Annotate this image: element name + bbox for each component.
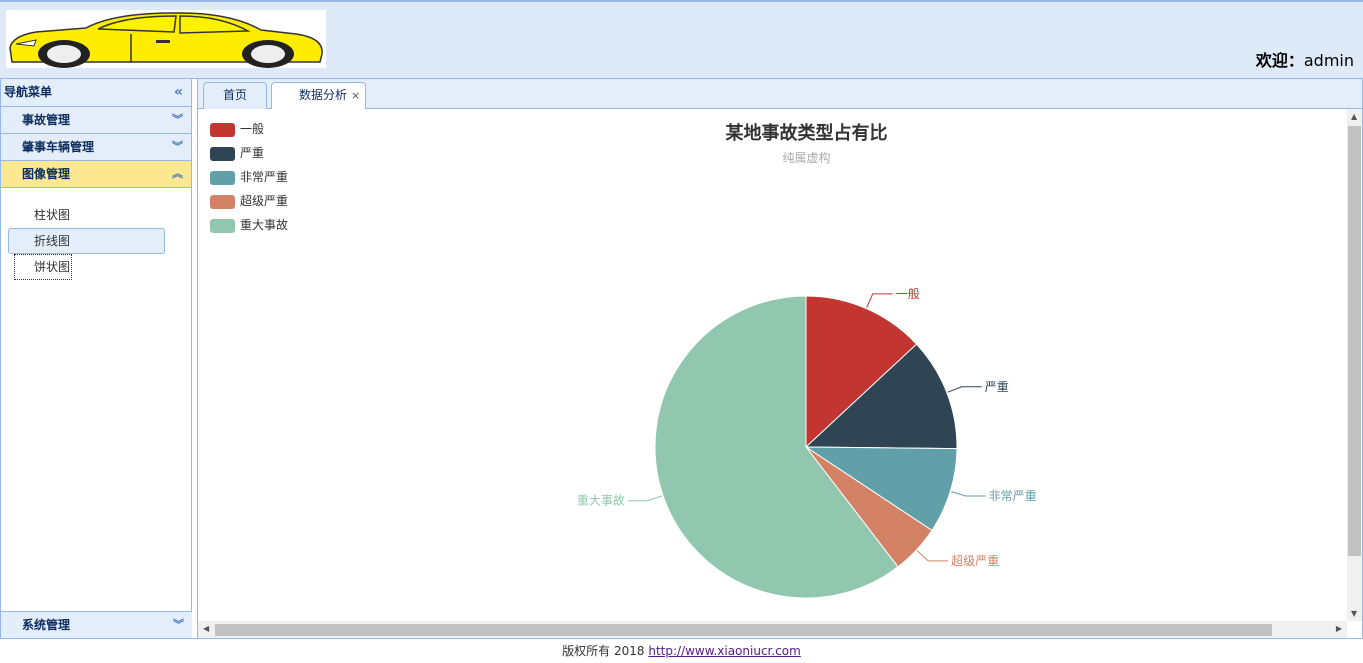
vertical-scrollbar[interactable]: ▲ ▼ [1347, 109, 1362, 621]
nav-group-label: 图像管理 [22, 167, 71, 181]
scroll-right-icon[interactable]: ▶ [1336, 624, 1342, 633]
header: 欢迎：admin [0, 0, 1363, 79]
label-line [916, 550, 949, 562]
slice-label: 严重 [985, 380, 1009, 394]
chevron-down-icon: ︾ [173, 618, 184, 631]
menu-item-line-chart[interactable]: 折线图 [8, 228, 165, 254]
nav-group-system[interactable]: 系统管理 ︾ [1, 611, 192, 638]
chart-panel: 某地事故类型占有比 纯属虚构 一般 严重 非常严重 超级严重 重大事故 一般 严重 非常严重… [198, 109, 1362, 638]
vertical-scroll-thumb[interactable] [1348, 126, 1361, 556]
image-submenu: 柱状图 折线图 饼状图 [1, 188, 191, 608]
horizontal-scrollbar[interactable]: ◀ ▶ [198, 621, 1347, 638]
slice-label: 非常严重 [989, 489, 1037, 503]
tab-label: 数据分析 [299, 88, 348, 102]
welcome-text: 欢迎：admin [1256, 47, 1354, 71]
nav-title: 导航菜单 « [1, 79, 191, 107]
label-line [947, 386, 982, 393]
scroll-up-icon[interactable]: ▲ [1351, 112, 1357, 121]
slice-label: 重大事故 [577, 493, 625, 508]
nav-group-accident[interactable]: 事故管理 ︾ [1, 107, 191, 134]
slice-label: 一般 [896, 286, 920, 301]
chevron-down-icon: ︾ [172, 113, 183, 126]
close-icon[interactable]: × [351, 89, 360, 102]
nav-group-label: 事故管理 [22, 113, 71, 127]
copyright-text: 版权所有 2018 [562, 644, 649, 658]
nav-group-label: 系统管理 [22, 618, 71, 632]
tab-data-analysis[interactable]: 数据分析 × [271, 82, 366, 110]
label-line [951, 491, 986, 497]
sidebar: 导航菜单 « 事故管理 ︾ 肇事车辆管理 ︾ 图像管理 ︽ 柱状图 折线图 饼状… [0, 79, 192, 638]
collapse-left-icon[interactable]: « [174, 79, 183, 106]
nav-group-image[interactable]: 图像管理 ︽ [1, 161, 191, 188]
tab-home[interactable]: 首页 [203, 82, 267, 109]
chevron-up-icon: ︽ [172, 167, 183, 180]
pie-chart: 一般严重非常严重超级严重 重大事故 [577, 286, 1037, 599]
slice-label: 超级严重 [951, 553, 999, 568]
horizontal-scroll-thumb[interactable] [215, 624, 1272, 636]
nav-title-label: 导航菜单 [4, 85, 53, 99]
tab-bar: 首页 数据分析 × [198, 79, 1362, 110]
scroll-left-icon[interactable]: ◀ [203, 624, 209, 633]
label-line [627, 495, 663, 502]
label-line [866, 293, 893, 308]
tab-label: 首页 [222, 88, 247, 102]
menu-item-bar-chart[interactable]: 柱状图 [8, 202, 165, 228]
nav-group-vehicle[interactable]: 肇事车辆管理 ︾ [1, 134, 191, 161]
menu-item-pie-chart[interactable]: 饼状图 [14, 254, 72, 280]
scroll-down-icon[interactable]: ▼ [1351, 609, 1357, 618]
footer: 版权所有 2018 http://www.xiaoniucr.com [0, 638, 1363, 662]
username: admin [1303, 51, 1354, 70]
car-logo [6, 10, 326, 68]
welcome-label: 欢迎： [1255, 51, 1304, 70]
nav-group-label: 肇事车辆管理 [22, 140, 95, 154]
chevron-down-icon: ︾ [172, 140, 183, 153]
main-panel: 首页 数据分析 × 某地事故类型占有比 纯属虚构 一般 严重 非常严重 超级严重 重大事故… [197, 79, 1363, 638]
site-link[interactable]: http://www.xiaoniucr.com [648, 644, 800, 658]
